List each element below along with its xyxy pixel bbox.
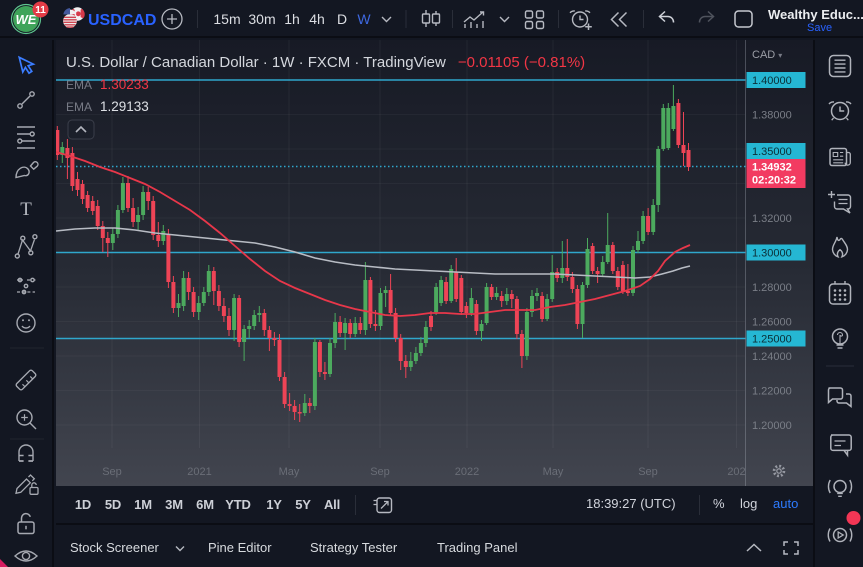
svg-text:D: D [337, 11, 347, 27]
svg-text:4h: 4h [309, 11, 325, 27]
svg-text:USDCAD: USDCAD [88, 12, 156, 29]
svg-text:02:20:32: 02:20:32 [752, 175, 796, 187]
svg-text:1.26000: 1.26000 [752, 317, 792, 329]
svg-text:2021: 2021 [187, 466, 211, 478]
svg-text:May: May [543, 466, 564, 478]
svg-text:EMA1.29133: EMA 1.29133 [66, 99, 149, 114]
svg-text:202: 202 [727, 466, 745, 478]
svg-text:Sep: Sep [638, 466, 658, 478]
svg-text:CAD ▾: CAD ▾ [752, 49, 782, 61]
svg-text:EMA1.30233: EMA 1.30233 [66, 77, 149, 92]
svg-text:May: May [279, 466, 300, 478]
svg-text:W: W [357, 11, 371, 27]
svg-text:WE: WE [16, 12, 37, 27]
svg-text:1.20000: 1.20000 [752, 420, 792, 432]
svg-text:Save: Save [807, 22, 832, 34]
svg-text:1.35000: 1.35000 [752, 146, 792, 158]
svg-text:Wealthy Educ...: Wealthy Educ... [768, 7, 863, 22]
svg-text:U.S. Dollar / Canadian Dollar: U.S. Dollar / Canadian Dollar · 1W · FXC… [66, 54, 585, 71]
svg-text:11: 11 [35, 5, 46, 16]
svg-text:1.34932: 1.34932 [752, 162, 792, 174]
svg-text:1.24000: 1.24000 [752, 351, 792, 363]
svg-text:1.38000: 1.38000 [752, 110, 792, 122]
svg-text:T: T [20, 199, 32, 220]
svg-text:15m: 15m [213, 11, 240, 27]
svg-text:2022: 2022 [455, 466, 479, 478]
svg-text:Sep: Sep [102, 466, 122, 478]
svg-text:30m: 30m [248, 11, 275, 27]
svg-text:1.22000: 1.22000 [752, 386, 792, 398]
svg-text:1.40000: 1.40000 [752, 75, 792, 87]
svg-text:1.28000: 1.28000 [752, 282, 792, 294]
svg-text:1h: 1h [284, 11, 300, 27]
svg-text:Sep: Sep [370, 466, 390, 478]
svg-text:1.32000: 1.32000 [752, 213, 792, 225]
svg-text:1.25000: 1.25000 [752, 334, 792, 346]
svg-text:1.30000: 1.30000 [752, 248, 792, 260]
